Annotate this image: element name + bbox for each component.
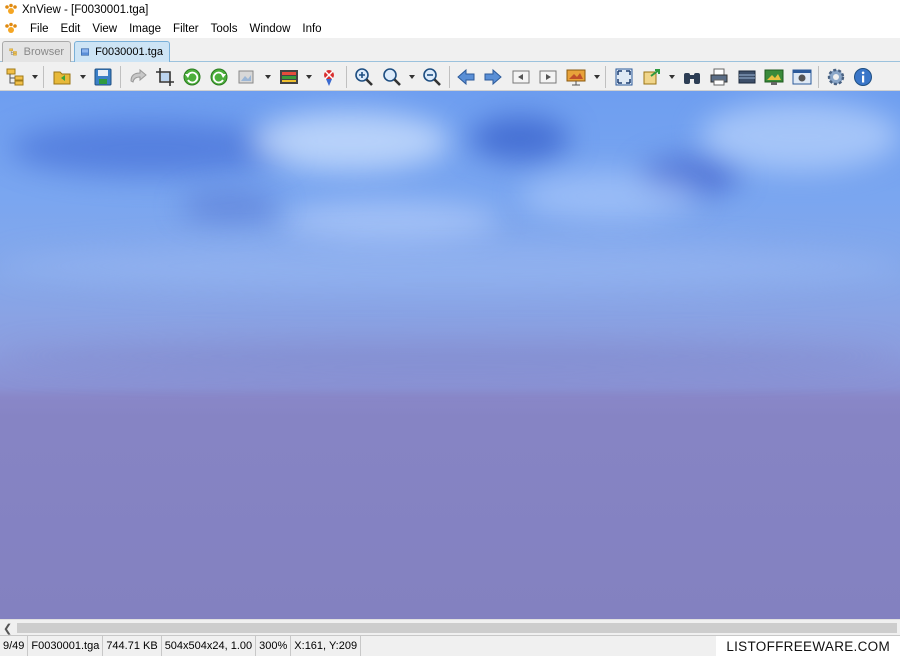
tab-browser-label: Browser [23,46,64,58]
status-dimensions: 504x504x24, 1.00 [162,635,257,656]
status-index: 9/49 [0,635,29,656]
scroll-thumb[interactable] [17,623,897,633]
zoom-dropdown-icon[interactable] [409,75,415,79]
cloud-shape [180,191,280,221]
image-tools-icon[interactable] [236,66,258,88]
export-dropdown-icon[interactable] [669,75,675,79]
status-filename: F0030001.tga [28,635,104,656]
browser-dropdown-icon[interactable] [32,75,38,79]
status-filesize: 744.71 KB [103,635,162,656]
status-zoom: 300% [256,635,292,656]
toolbar-separator [818,66,819,88]
open-folder-icon[interactable] [51,66,73,88]
fullscreen-icon[interactable] [613,66,635,88]
menu-tools[interactable]: Tools [205,20,244,38]
xnview-logo-icon [5,3,17,14]
tab-browser[interactable]: Browser [2,41,71,62]
watermark: LISTOFFREEWARE.COM [716,636,900,656]
window-title: XnView - [F0030001.tga] [22,4,149,16]
browser-tree-icon [9,48,17,56]
info-icon[interactable] [852,66,874,88]
rotate-left-icon[interactable] [181,66,203,88]
zoom-out-icon[interactable] [421,66,443,88]
status-bar: 9/49 F0030001.tga 744.71 KB 504x504x24, … [0,635,900,656]
tab-bar: Browser F0030001.tga [0,38,900,62]
crop-icon[interactable] [154,66,176,88]
scanner-icon[interactable] [736,66,758,88]
cloud-shape [470,116,570,161]
menu-filter[interactable]: Filter [167,20,205,38]
toolbar-separator [43,66,44,88]
print-icon[interactable] [708,66,730,88]
toolbar-separator [346,66,347,88]
menu-file[interactable]: File [24,20,55,38]
open-dropdown-icon[interactable] [80,75,86,79]
toolbar-separator [120,66,121,88]
find-icon[interactable] [681,66,703,88]
adjust-colors-dropdown-icon[interactable] [306,75,312,79]
tab-image-file[interactable]: F0030001.tga [74,41,170,62]
export-icon[interactable] [641,66,663,88]
save-icon[interactable] [92,66,114,88]
next-icon[interactable] [482,66,504,88]
cloud-shape [250,111,450,171]
image-viewer[interactable] [0,91,900,619]
system-menu-icon[interactable] [4,22,18,36]
status-coords: X:161, Y:209 [291,635,362,656]
image-tools-dropdown-icon[interactable] [265,75,271,79]
cloud-shape [0,241,900,291]
scroll-left-icon[interactable]: ❮ [3,622,12,635]
adjust-colors-icon[interactable] [278,66,300,88]
cloud-shape [280,201,500,241]
title-bar: XnView - [F0030001.tga] [0,0,900,20]
toolbar [0,62,900,91]
menu-edit[interactable]: Edit [55,20,87,38]
browser-icon[interactable] [4,66,26,88]
rotate-right-icon[interactable] [208,66,230,88]
slideshow-icon[interactable] [565,66,587,88]
cloud-shape [520,171,700,221]
slideshow-dropdown-icon[interactable] [594,75,600,79]
horizontal-scrollbar[interactable]: ❮ [0,619,900,635]
undo-icon[interactable] [127,66,149,88]
red-eye-icon[interactable] [318,66,340,88]
menu-info[interactable]: Info [296,20,327,38]
tab-image-file-label: F0030001.tga [95,46,163,58]
menu-window[interactable]: Window [243,20,296,38]
toolbar-separator [605,66,606,88]
cloud-shape [700,101,900,171]
cloud-shape [0,341,900,371]
settings-icon[interactable] [825,66,847,88]
toolbar-separator [449,66,450,88]
last-icon[interactable] [537,66,559,88]
previous-icon[interactable] [455,66,477,88]
wallpaper-icon[interactable] [763,66,785,88]
image-file-icon [81,48,90,56]
zoom-icon[interactable] [381,66,403,88]
cloud-shape [10,121,290,176]
capture-icon[interactable] [791,66,813,88]
menu-view[interactable]: View [86,20,123,38]
menu-image[interactable]: Image [123,20,167,38]
zoom-in-icon[interactable] [353,66,375,88]
first-icon[interactable] [510,66,532,88]
menu-bar: File Edit View Image Filter Tools Window… [0,20,900,38]
